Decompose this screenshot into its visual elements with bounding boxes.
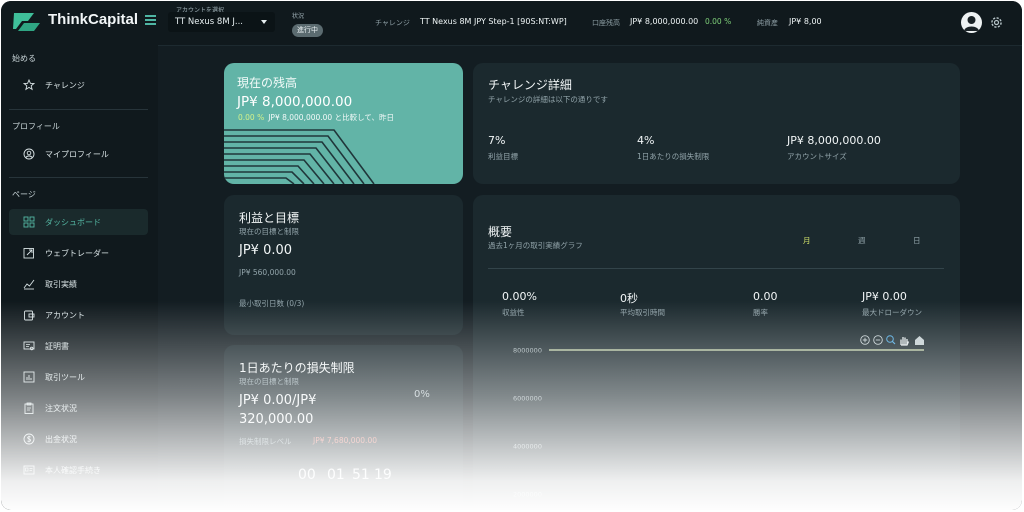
balance-value: JP¥ 8,000,000.00: [630, 17, 699, 26]
current-balance-card: 現在の残高 JP¥ 8,000,000.00 0.00 % JP¥ 8,000,0…: [224, 63, 463, 184]
balance-label: 口座残高: [592, 19, 620, 27]
account-select[interactable]: TT Nexus 8M J...: [168, 12, 275, 32]
profit-target-value: 7%: [488, 134, 506, 147]
timer-fraction: 19: [374, 467, 392, 483]
balance-card-compare: 0.00 % JP¥ 8,000,000.00 と比較して、昨日: [238, 112, 394, 123]
decorative-stripes-icon: [224, 129, 375, 184]
sidebar-item-account[interactable]: アカウント: [9, 302, 148, 328]
sidebar-item-label: アカウント: [45, 311, 85, 320]
y-tick-label: 2000000: [513, 491, 542, 499]
balance-card-compare-text: JP¥ 8,000,000.00 と比較して、昨日: [268, 113, 394, 122]
equity-value: JP¥ 8,00: [789, 17, 822, 26]
sidebar-item-certificate[interactable]: 証明書: [9, 333, 148, 359]
bar-chart-icon: [23, 371, 35, 383]
loss-level-value: JP¥ 7,680,000.00: [313, 436, 377, 445]
equity-label: 純資産: [757, 19, 778, 27]
top-bar: ThinkCapital アカウントを選択 TT Nexus 8M J... 状…: [1, 1, 1022, 46]
profit-card-value: JP¥ 0.00: [239, 243, 293, 258]
avatar[interactable]: [961, 12, 982, 33]
daily-loss-value-line2: 320,000.00: [239, 412, 314, 427]
status-label: 状況: [292, 13, 305, 20]
performance-chart: 8000000 6000000 4000000 2000000: [513, 347, 924, 499]
challenge-details-card: チャレンジ詳細 チャレンジの詳細は以下の通りです 7% 利益目標 4% 1日あた…: [473, 63, 960, 184]
balance-card-pct: 0.00 %: [238, 113, 265, 122]
profit-target-card: 利益と目標 現在の目標と制限 JP¥ 0.00 JP¥ 560,000.00 最…: [224, 195, 463, 335]
user-icon: [964, 16, 979, 31]
sidebar-item-web-trader[interactable]: ウェブトレーダー: [9, 240, 148, 266]
status-badge: 進行中: [292, 24, 323, 37]
sidebar-item-label: ダッシュボード: [45, 218, 101, 227]
logo-icon: [13, 13, 40, 31]
section-title-pages: ページ: [12, 190, 36, 199]
sidebar-item-label: ウェブトレーダー: [45, 249, 109, 258]
sidebar-item-identity-verification[interactable]: 本人確認手続き: [9, 457, 148, 483]
daily-loss-title: 1日あたりの損失制限: [239, 361, 355, 375]
challenge-value: TT Nexus 8M JPY Step-1 [90S:NT:WP]: [420, 17, 567, 26]
section-title-profile: プロフィール: [12, 122, 60, 131]
external-link-icon: [23, 248, 34, 259]
user-circle-icon: [23, 148, 35, 160]
daily-loss-card: 1日あたりの損失制限 現在の目標と制限 JP¥ 0.00/JP¥ 320,000…: [224, 345, 463, 510]
chevron-down-icon: [261, 20, 267, 24]
min-trading-days: 最小取引日数 (0/3): [239, 299, 305, 308]
app-window: ThinkCapital アカウントを選択 TT Nexus 8M J... 状…: [1, 1, 1022, 510]
certificate-icon: [23, 341, 35, 351]
y-tick-label: 6000000: [513, 395, 542, 403]
sidebar-item-order-status[interactable]: 注文状況: [9, 395, 148, 421]
sidebar-item-label: 証明書: [45, 342, 69, 351]
daily-loss-pct: 0%: [414, 389, 430, 400]
sidebar-item-label: 本人確認手続き: [45, 466, 101, 475]
challenge-label: チャレンジ: [375, 19, 410, 27]
daily-loss-limit-label: 1日あたりの損失制限: [637, 152, 710, 161]
grid-icon: [23, 216, 35, 228]
menu-toggle-icon[interactable]: [145, 15, 156, 25]
profit-card-title: 利益と目標: [239, 211, 300, 225]
gear-icon[interactable]: [990, 16, 1003, 29]
y-tick-label: 4000000: [513, 443, 542, 451]
sidebar: 始める チャレンジ プロフィール マイプロフィール ページ ダッシュボード ウェ…: [1, 45, 158, 510]
profit-target-label: 利益目標: [488, 152, 518, 161]
sidebar-item-label: 出金状況: [45, 435, 77, 444]
balance-card-title: 現在の残高: [237, 76, 298, 90]
loss-level-label: 損失制限レベル: [239, 437, 292, 446]
account-size-label: アカウントサイズ: [787, 152, 847, 161]
sidebar-item-label: マイプロフィール: [45, 150, 109, 159]
profit-card-subtitle: 現在の目標と制限: [239, 227, 299, 236]
balance-card-value: JP¥ 8,000,000.00: [237, 94, 353, 110]
brand-name: ThinkCapital: [48, 11, 139, 28]
balance-pct: 0.00 %: [705, 17, 732, 26]
timer-seconds: 51: [352, 467, 370, 483]
clipboard-icon: [24, 402, 34, 414]
profit-card-target: JP¥ 560,000.00: [239, 268, 296, 277]
divider: [9, 177, 148, 178]
wallet-icon: [24, 310, 35, 321]
daily-loss-subtitle: 現在の目標と制限: [239, 377, 299, 386]
sidebar-item-withdrawal-status[interactable]: 出金状況: [9, 426, 148, 452]
divider: [9, 109, 148, 110]
sidebar-item-trade-history[interactable]: 取引実績: [9, 271, 148, 297]
star-icon: [23, 79, 35, 91]
sidebar-item-label: 注文状況: [45, 404, 77, 413]
account-select-value: TT Nexus 8M J...: [175, 17, 243, 27]
timer-minutes: 01: [327, 467, 345, 483]
section-title-start: 始める: [12, 54, 36, 63]
y-tick-label: 8000000: [513, 347, 542, 355]
id-card-icon: [23, 465, 35, 475]
sidebar-item-label: 取引ツール: [45, 373, 85, 382]
dollar-icon: [23, 433, 35, 445]
challenge-details-title: チャレンジ詳細: [488, 78, 572, 92]
daily-loss-value-line1: JP¥ 0.00/JP¥: [239, 393, 317, 408]
sidebar-item-dashboard[interactable]: ダッシュボード: [9, 209, 148, 235]
sidebar-item-challenge[interactable]: チャレンジ: [9, 72, 148, 98]
account-size-value: JP¥ 8,000,000.00: [787, 134, 881, 147]
daily-loss-limit-value: 4%: [637, 134, 655, 147]
sidebar-item-my-profile[interactable]: マイプロフィール: [9, 141, 148, 167]
sidebar-item-label: 取引実績: [45, 280, 77, 289]
sidebar-item-label: チャレンジ: [45, 81, 85, 90]
chart-line-icon: [23, 279, 35, 290]
challenge-details-subtitle: チャレンジの詳細は以下の通りです: [488, 95, 608, 104]
overview-card: 概要 過去1ヶ月の取引実績グラフ 月 週 日 0.00% 収益性 0秒 平均取引…: [473, 195, 960, 510]
sidebar-item-trading-tools[interactable]: 取引ツール: [9, 364, 148, 390]
timer-hours: 00: [298, 467, 316, 483]
